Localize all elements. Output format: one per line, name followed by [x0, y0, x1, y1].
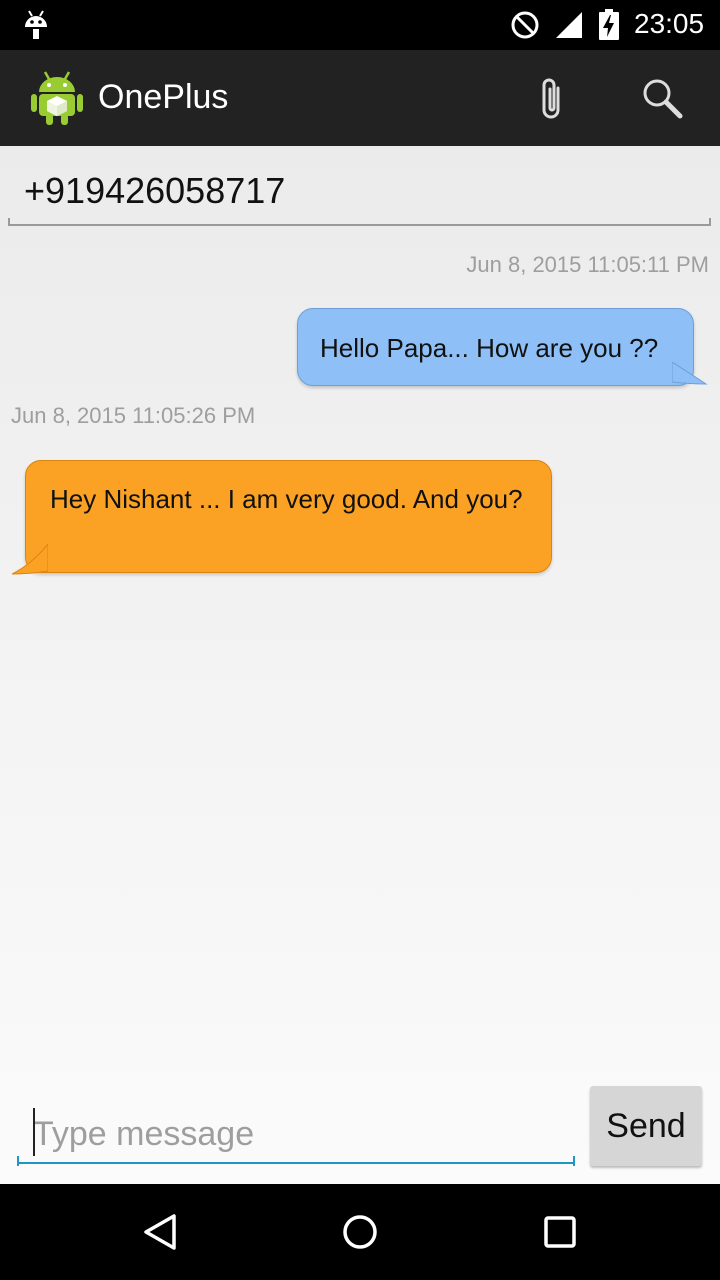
home-icon[interactable]: [340, 1212, 380, 1252]
outgoing-bubble-tail: [672, 362, 708, 385]
recipient-number: +919426058717: [8, 170, 711, 226]
android-notification-icon: [25, 10, 47, 39]
input-underline-edge: [17, 1156, 19, 1166]
search-icon[interactable]: [640, 76, 684, 120]
status-bar: 23:05: [0, 0, 720, 50]
conversation-area: +919426058717 Jun 8, 2015 11:05:11 PM He…: [0, 146, 720, 1184]
back-icon[interactable]: [140, 1212, 180, 1252]
status-clock: 23:05: [634, 8, 705, 39]
signal-icon: [556, 12, 582, 38]
send-button[interactable]: Send: [590, 1086, 702, 1166]
incoming-message-bubble: Hey Nishant ... I am very good. And you?: [25, 460, 552, 573]
attach-icon[interactable]: [534, 76, 570, 122]
app-title: OnePlus: [98, 78, 229, 116]
message-text: Hey Nishant ... I am very good. And you?: [50, 484, 523, 514]
input-underline-edge: [573, 1156, 575, 1166]
navigation-bar: [0, 1184, 720, 1280]
message-timestamp: Jun 8, 2015 11:05:11 PM: [466, 252, 709, 277]
android-logo-icon: [31, 71, 83, 125]
recents-icon[interactable]: [540, 1212, 580, 1252]
do-not-disturb-icon: [511, 11, 539, 39]
message-input[interactable]: [17, 1106, 575, 1164]
message-timestamp: Jun 8, 2015 11:05:26 PM: [11, 403, 256, 428]
compose-bar: Send: [0, 1086, 720, 1184]
battery-charging-icon: [599, 9, 619, 40]
text-cursor: [33, 1108, 35, 1156]
incoming-bubble-tail: [12, 544, 48, 575]
message-text: Hello Papa... How are you ??: [320, 333, 659, 363]
action-bar: OnePlus: [0, 50, 720, 146]
outgoing-message-bubble: Hello Papa... How are you ??: [297, 308, 694, 386]
